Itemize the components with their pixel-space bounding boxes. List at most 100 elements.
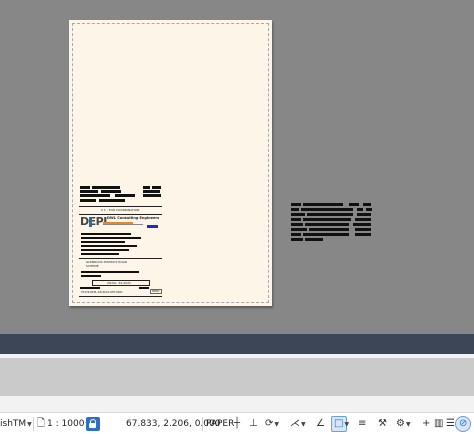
divider (79, 258, 162, 259)
redacted-text (143, 190, 160, 193)
redacted-text (349, 203, 359, 206)
redacted-text (143, 186, 150, 189)
redacted-text (81, 253, 119, 255)
workspace-button[interactable]: ⚙ ▼ (396, 413, 411, 434)
redacted-text (291, 233, 301, 236)
redacted-text (81, 249, 129, 251)
redacted-text (291, 213, 305, 216)
drawing-canvas[interactable]: 0 1 - FOR COORDINATION DEPL DWL Consulti… (0, 0, 474, 334)
redacted-text (301, 208, 353, 211)
redacted-text (309, 228, 349, 231)
chevron-down-icon: ▼ (274, 420, 280, 428)
redacted-text (366, 208, 372, 211)
redacted-text (81, 237, 141, 239)
redacted-text (81, 245, 137, 247)
drawing-number: 07476-DEPL-DD-SK01-DET-0001 (81, 290, 123, 294)
lineweight-icon: ≡ (358, 418, 367, 429)
selection-box-icon: □ (334, 418, 344, 429)
project-sub: SCHEME (86, 264, 99, 268)
company-line: DWL Consulting Engineers (107, 216, 160, 220)
redacted-text (103, 224, 143, 225)
chevron-down-icon: ▼ (27, 420, 32, 428)
separator (0, 396, 474, 412)
contract-number: CN-No. 34-2021 (107, 280, 131, 285)
annotation-scale-button[interactable]: ⚒ (378, 413, 387, 434)
polar-icon: ⟳ (265, 418, 274, 429)
layout-name: ishTM (0, 419, 27, 429)
grid-snap-icon: ┼ (234, 418, 241, 429)
space-label: PAPER (206, 419, 235, 429)
ortho-icon: ⊥ (249, 418, 258, 429)
redacted-text (303, 203, 343, 206)
divider (79, 206, 162, 207)
chevron-down-icon: ▼ (301, 420, 306, 428)
annotation-monitor-icon: + (422, 418, 431, 429)
redacted-text (92, 186, 120, 189)
redacted-text (291, 203, 301, 206)
redacted-text (357, 208, 363, 211)
redacted-text (291, 218, 301, 221)
command-line[interactable] (0, 358, 474, 396)
redacted-text (355, 228, 371, 231)
divider (202, 417, 203, 431)
paper-space-icon: 🗋 (37, 418, 46, 429)
status-bar: ishTM ▼ 🗋 1 : 1000 ▼ 67.833, 2.206, 0.00… (0, 412, 474, 434)
redacted-text (80, 190, 98, 193)
customize-icon: ☰ (446, 418, 455, 429)
redacted-text (357, 213, 371, 216)
paper-model-toggle[interactable]: PAPER (206, 413, 234, 434)
redacted-text (355, 218, 371, 221)
redacted-text (81, 241, 125, 243)
selection-box-icon-wrap: □ ▼ (334, 413, 349, 434)
redacted-text (99, 199, 125, 202)
scale-value: 1 : 1000 (47, 419, 85, 429)
annotation-scale-dropdown[interactable]: 🗋 1 : 1000 ▼ (37, 413, 90, 434)
redacted-text (80, 287, 100, 289)
chevron-down-icon: ▼ (344, 420, 350, 428)
floating-text-object[interactable] (291, 203, 373, 243)
layout-name-dropdown[interactable]: ishTM ▼ (0, 413, 32, 434)
clean-screen-icon-wrap: ⊘ (459, 413, 467, 434)
divider (33, 417, 34, 431)
clean-screen-icon: ⊘ (459, 418, 468, 429)
redacted-text (363, 203, 371, 206)
redacted-text (303, 218, 351, 221)
polar-button[interactable]: ⟳ ▼ (265, 413, 279, 434)
redacted-text (80, 194, 110, 197)
isolate-button[interactable]: ▥ (434, 413, 443, 434)
redacted-text (152, 186, 161, 189)
divider (79, 296, 162, 297)
redacted-text (81, 275, 101, 277)
lock-icon[interactable] (86, 417, 100, 431)
osnap-icon: ∠ (316, 418, 325, 429)
isolate-icon: ▥ (434, 418, 444, 429)
logo-accent (89, 217, 92, 227)
redacted-text (81, 233, 131, 235)
redacted-text (355, 233, 371, 236)
annotation-scale-icon: ⚒ (378, 418, 387, 429)
grid-snap-button[interactable]: ┼ (234, 413, 240, 434)
paper-sheet[interactable]: 0 1 - FOR COORDINATION DEPL DWL Consulti… (69, 20, 272, 306)
layout-tabs-band[interactable] (0, 334, 474, 354)
redacted-text (143, 194, 161, 197)
workspace-gear-icon: ⚙ (396, 418, 405, 429)
redacted-text (291, 228, 307, 231)
isodraft-icon: ⋌ (290, 418, 300, 429)
lineweight-button[interactable]: ≡ (358, 413, 366, 434)
osnap-button[interactable]: ∠ (316, 413, 325, 434)
blue-tag (147, 225, 158, 228)
redacted-text (291, 208, 299, 211)
redacted-text (81, 271, 139, 273)
redacted-text (80, 186, 90, 189)
annotation-monitor-button[interactable]: + (422, 413, 430, 434)
redacted-text (307, 213, 353, 216)
customize-button[interactable]: ☰ (446, 413, 455, 434)
redacted-text (291, 223, 303, 226)
redacted-text (101, 190, 121, 193)
stage-label: 0 1 - FOR COORDINATION (101, 208, 140, 212)
redacted-text (80, 199, 96, 202)
redacted-text (115, 194, 135, 197)
redacted-text (353, 223, 371, 226)
isodraft-button[interactable]: ⋌ ▼ (290, 413, 306, 434)
ortho-button[interactable]: ⊥ (249, 413, 258, 434)
